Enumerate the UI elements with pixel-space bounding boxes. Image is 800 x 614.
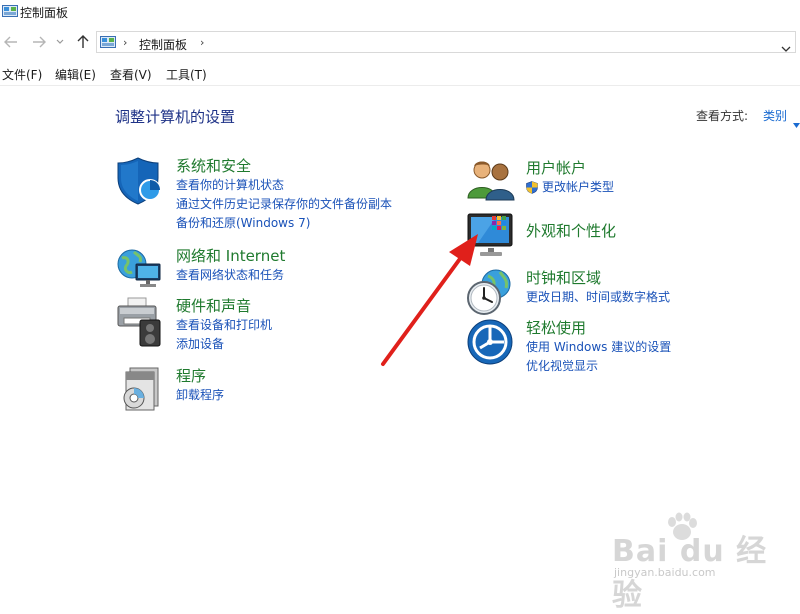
category-text: 系统和安全 查看你的计算机状态 通过文件历史记录保存你的文件备份副本 备份和还原… (176, 156, 392, 233)
menu-bar: 文件(F) 编辑(E) 查看(V) 工具(T) (0, 63, 800, 86)
menu-file[interactable]: 文件(F) (2, 66, 42, 83)
control-panel-icon (2, 4, 18, 23)
link-change-account-type[interactable]: 更改帐户类型 (526, 178, 614, 197)
monitor-palette-icon[interactable] (466, 212, 514, 260)
up-icon[interactable] (74, 32, 92, 52)
view-mode-label: 查看方式: (696, 109, 749, 123)
category-text: 硬件和声音 查看设备和打印机 添加设备 (176, 296, 272, 354)
category-text: 程序 卸载程序 (176, 366, 224, 405)
link-view-network-status[interactable]: 查看网络状态和任务 (176, 266, 285, 285)
category-title-network-internet[interactable]: 网络和 Internet (176, 246, 285, 266)
category-text: 时钟和区域 更改日期、时间或数字格式 (526, 268, 670, 307)
page-title: 调整计算机的设置 (115, 108, 236, 126)
watermark-url: jingyan.baidu.com (614, 566, 716, 579)
link-backup-restore[interactable]: 备份和还原(Windows 7) (176, 214, 392, 233)
breadcrumb-control-panel[interactable]: 控制面板 (139, 36, 187, 53)
menu-tools[interactable]: 工具(T) (166, 66, 207, 83)
category-title-ease-of-access[interactable]: 轻松使用 (526, 318, 671, 338)
category-title-appearance[interactable]: 外观和个性化 (526, 221, 616, 241)
category-title-clock-region[interactable]: 时钟和区域 (526, 268, 670, 288)
shield-icon[interactable] (116, 156, 164, 205)
link-file-history-backup[interactable]: 通过文件历史记录保存你的文件备份副本 (176, 195, 392, 214)
window-title: 控制面板 (20, 6, 69, 20)
link-view-computer-status[interactable]: 查看你的计算机状态 (176, 176, 392, 195)
back-icon[interactable] (2, 32, 20, 52)
link-recommended-settings[interactable]: 使用 Windows 建议的设置 (526, 338, 671, 357)
control-panel-icon (100, 35, 116, 54)
view-mode-dropdown[interactable]: 类别 (763, 107, 787, 124)
category-title-hardware-sound[interactable]: 硬件和声音 (176, 296, 272, 316)
address-bar[interactable]: › 控制面板 › (96, 31, 796, 53)
link-view-devices-printers[interactable]: 查看设备和打印机 (176, 316, 272, 335)
category-text: 轻松使用 使用 Windows 建议的设置 优化视觉显示 (526, 318, 671, 376)
printer-icon[interactable] (116, 296, 164, 347)
menu-edit[interactable]: 编辑(E) (55, 66, 96, 83)
breadcrumb-separator[interactable]: › (200, 36, 204, 49)
link-change-date-time-format[interactable]: 更改日期、时间或数字格式 (526, 288, 670, 307)
category-title-programs[interactable]: 程序 (176, 366, 224, 386)
title-bar: 控制面板 (0, 0, 800, 26)
link-optimize-visual-display[interactable]: 优化视觉显示 (526, 357, 671, 376)
menu-view[interactable]: 查看(V) (110, 66, 152, 83)
clock-globe-icon[interactable] (466, 268, 514, 316)
recent-locations-icon[interactable] (54, 32, 66, 52)
link-add-device[interactable]: 添加设备 (176, 335, 272, 354)
category-text: 网络和 Internet 查看网络状态和任务 (176, 246, 285, 285)
category-title-user-accounts[interactable]: 用户帐户 (526, 158, 614, 178)
ease-of-access-icon[interactable] (466, 318, 514, 366)
uac-shield-icon (526, 181, 538, 200)
link-uninstall-program[interactable]: 卸载程序 (176, 386, 224, 405)
programs-icon[interactable] (116, 366, 164, 414)
chevron-down-icon[interactable] (781, 37, 791, 56)
navigation-bar: › 控制面板 › (0, 30, 800, 56)
category-text: 外观和个性化 (526, 221, 616, 241)
chevron-down-icon[interactable] (793, 113, 800, 132)
category-title-system-security[interactable]: 系统和安全 (176, 156, 392, 176)
breadcrumb-separator[interactable]: › (123, 36, 127, 49)
link-change-account-type-label[interactable]: 更改帐户类型 (542, 180, 614, 194)
users-icon[interactable] (466, 158, 515, 206)
forward-icon[interactable] (30, 32, 48, 52)
baidu-watermark: Bai du 经验 jingyan.baidu.com (606, 512, 796, 613)
network-globe-icon[interactable] (116, 246, 164, 294)
category-text: 用户帐户 更改帐户类型 (526, 158, 614, 197)
